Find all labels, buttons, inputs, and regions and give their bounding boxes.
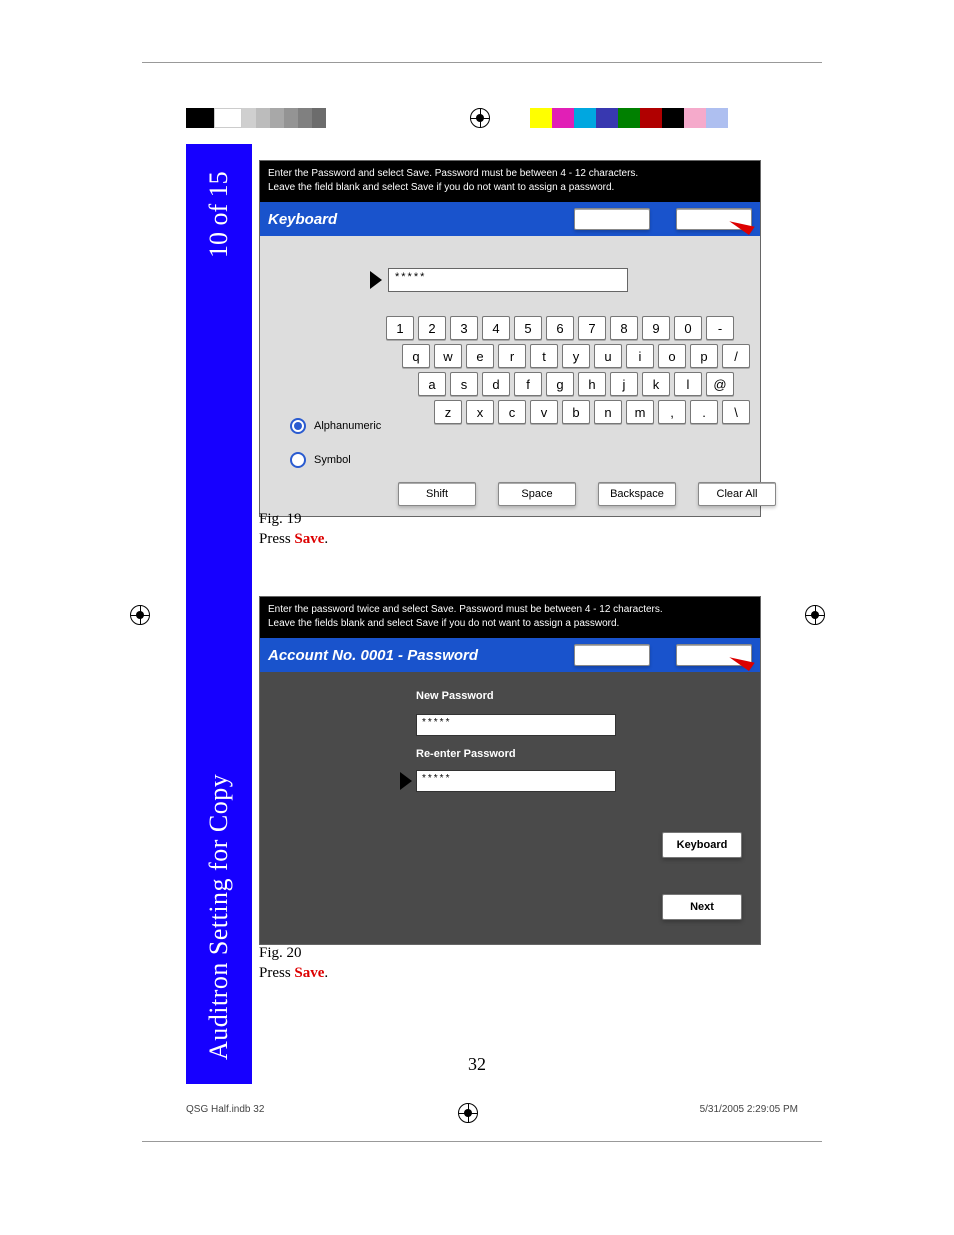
cursor-indicator-icon: [400, 772, 412, 790]
key-l[interactable]: l: [674, 372, 702, 396]
caption-save-word: Save: [294, 965, 324, 981]
key-w[interactable]: w: [434, 344, 462, 368]
on-screen-keyboard: 1234567890- qwertyuiop/ asdfghjkl@ zxcvb…: [386, 316, 750, 428]
instruction-line: Enter the password twice and select Save…: [268, 603, 752, 617]
key--[interactable]: -: [706, 316, 734, 340]
key-e[interactable]: e: [466, 344, 494, 368]
key-j[interactable]: j: [610, 372, 638, 396]
key-d[interactable]: d: [482, 372, 510, 396]
key-c[interactable]: c: [498, 400, 526, 424]
instruction-text: Enter the password twice and select Save…: [260, 597, 760, 638]
registration-bar-left: [186, 108, 406, 128]
key-r[interactable]: r: [498, 344, 526, 368]
key-z[interactable]: z: [434, 400, 462, 424]
symbol-radio[interactable]: [290, 452, 306, 468]
key-3[interactable]: 3: [450, 316, 478, 340]
reenter-password-input[interactable]: *****: [416, 770, 616, 792]
key-b[interactable]: b: [562, 400, 590, 424]
print-footer: QSG Half.indb 32 5/31/2005 2:29:05 PM: [186, 1104, 798, 1115]
registration-mark-icon: [470, 108, 490, 128]
key-i[interactable]: i: [626, 344, 654, 368]
password-input[interactable]: *****: [388, 268, 628, 292]
registration-mark-icon: [805, 605, 825, 625]
instruction-line: Leave the field blank and select Save if…: [268, 181, 752, 195]
key-s[interactable]: s: [450, 372, 478, 396]
new-password-input[interactable]: *****: [416, 714, 616, 736]
key-y[interactable]: y: [562, 344, 590, 368]
new-password-label: New Password: [416, 690, 494, 702]
figure-caption: Fig. 20 Press Save.: [259, 944, 328, 983]
key-4[interactable]: 4: [482, 316, 510, 340]
caption-press: Press: [259, 531, 294, 547]
next-button[interactable]: Next: [662, 894, 742, 920]
figure-number: Fig. 20: [259, 944, 328, 964]
key-k[interactable]: k: [642, 372, 670, 396]
registration-mark-icon: [130, 605, 150, 625]
space-button[interactable]: Space: [498, 482, 576, 506]
caption-press: Press: [259, 965, 294, 981]
key-p[interactable]: p: [690, 344, 718, 368]
key-1[interactable]: 1: [386, 316, 414, 340]
key-n[interactable]: n: [594, 400, 622, 424]
dialog-header: Account No. 0001 - Password Cancel Save: [260, 638, 760, 672]
page-number: 32: [0, 1054, 954, 1075]
reenter-password-label: Re-enter Password: [416, 748, 516, 760]
key-h[interactable]: h: [578, 372, 606, 396]
key-,[interactable]: ,: [658, 400, 686, 424]
key-0[interactable]: 0: [674, 316, 702, 340]
backspace-button[interactable]: Backspace: [598, 482, 676, 506]
dialog-header: Keyboard Cancel Save: [260, 202, 760, 236]
key-\[interactable]: \: [722, 400, 750, 424]
key-v[interactable]: v: [530, 400, 558, 424]
cancel-button[interactable]: Cancel: [574, 208, 650, 230]
key-t[interactable]: t: [530, 344, 558, 368]
figure-caption: Fig. 19 Press Save.: [259, 510, 328, 549]
section-title: Auditron Setting for Copy: [204, 774, 234, 1060]
alphanumeric-radio[interactable]: [290, 418, 306, 434]
key-u[interactable]: u: [594, 344, 622, 368]
key-f[interactable]: f: [514, 372, 542, 396]
screenshot-keyboard: Enter the Password and select Save. Pass…: [259, 160, 761, 517]
instruction-line: Enter the Password and select Save. Pass…: [268, 167, 752, 181]
cancel-button[interactable]: Cancel: [574, 644, 650, 666]
shift-button[interactable]: Shift: [398, 482, 476, 506]
instruction-line: Leave the fields blank and select Save i…: [268, 617, 752, 631]
caption-save-word: Save: [294, 531, 324, 547]
instruction-text: Enter the Password and select Save. Pass…: [260, 161, 760, 202]
registration-bar-right: [530, 108, 770, 128]
key-2[interactable]: 2: [418, 316, 446, 340]
key-8[interactable]: 8: [610, 316, 638, 340]
page-of-label: 10 of 15: [204, 171, 234, 258]
clear-all-button[interactable]: Clear All: [698, 482, 776, 506]
password-panel: New Password ***** Re-enter Password ***…: [260, 672, 760, 944]
key-/[interactable]: /: [722, 344, 750, 368]
key-a[interactable]: a: [418, 372, 446, 396]
symbol-label: Symbol: [314, 454, 351, 466]
alphanumeric-label: Alphanumeric: [314, 420, 381, 432]
keyboard-button[interactable]: Keyboard: [662, 832, 742, 858]
dialog-title: Keyboard: [268, 211, 566, 228]
key-x[interactable]: x: [466, 400, 494, 424]
footer-file: QSG Half.indb 32: [186, 1104, 264, 1115]
caption-dot: .: [324, 531, 328, 547]
figure-number: Fig. 19: [259, 510, 328, 530]
key-g[interactable]: g: [546, 372, 574, 396]
caption-dot: .: [324, 965, 328, 981]
dialog-title: Account No. 0001 - Password: [268, 647, 566, 664]
key-9[interactable]: 9: [642, 316, 670, 340]
key-q[interactable]: q: [402, 344, 430, 368]
key-m[interactable]: m: [626, 400, 654, 424]
keyboard-panel: ***** 1234567890- qwertyuiop/ asdfghjkl@…: [260, 236, 760, 516]
key-5[interactable]: 5: [514, 316, 542, 340]
key-7[interactable]: 7: [578, 316, 606, 340]
key-6[interactable]: 6: [546, 316, 574, 340]
key-.[interactable]: .: [690, 400, 718, 424]
cursor-indicator-icon: [370, 271, 382, 289]
key-@[interactable]: @: [706, 372, 734, 396]
screenshot-account-password: Enter the password twice and select Save…: [259, 596, 761, 945]
key-o[interactable]: o: [658, 344, 686, 368]
footer-timestamp: 5/31/2005 2:29:05 PM: [700, 1104, 798, 1115]
